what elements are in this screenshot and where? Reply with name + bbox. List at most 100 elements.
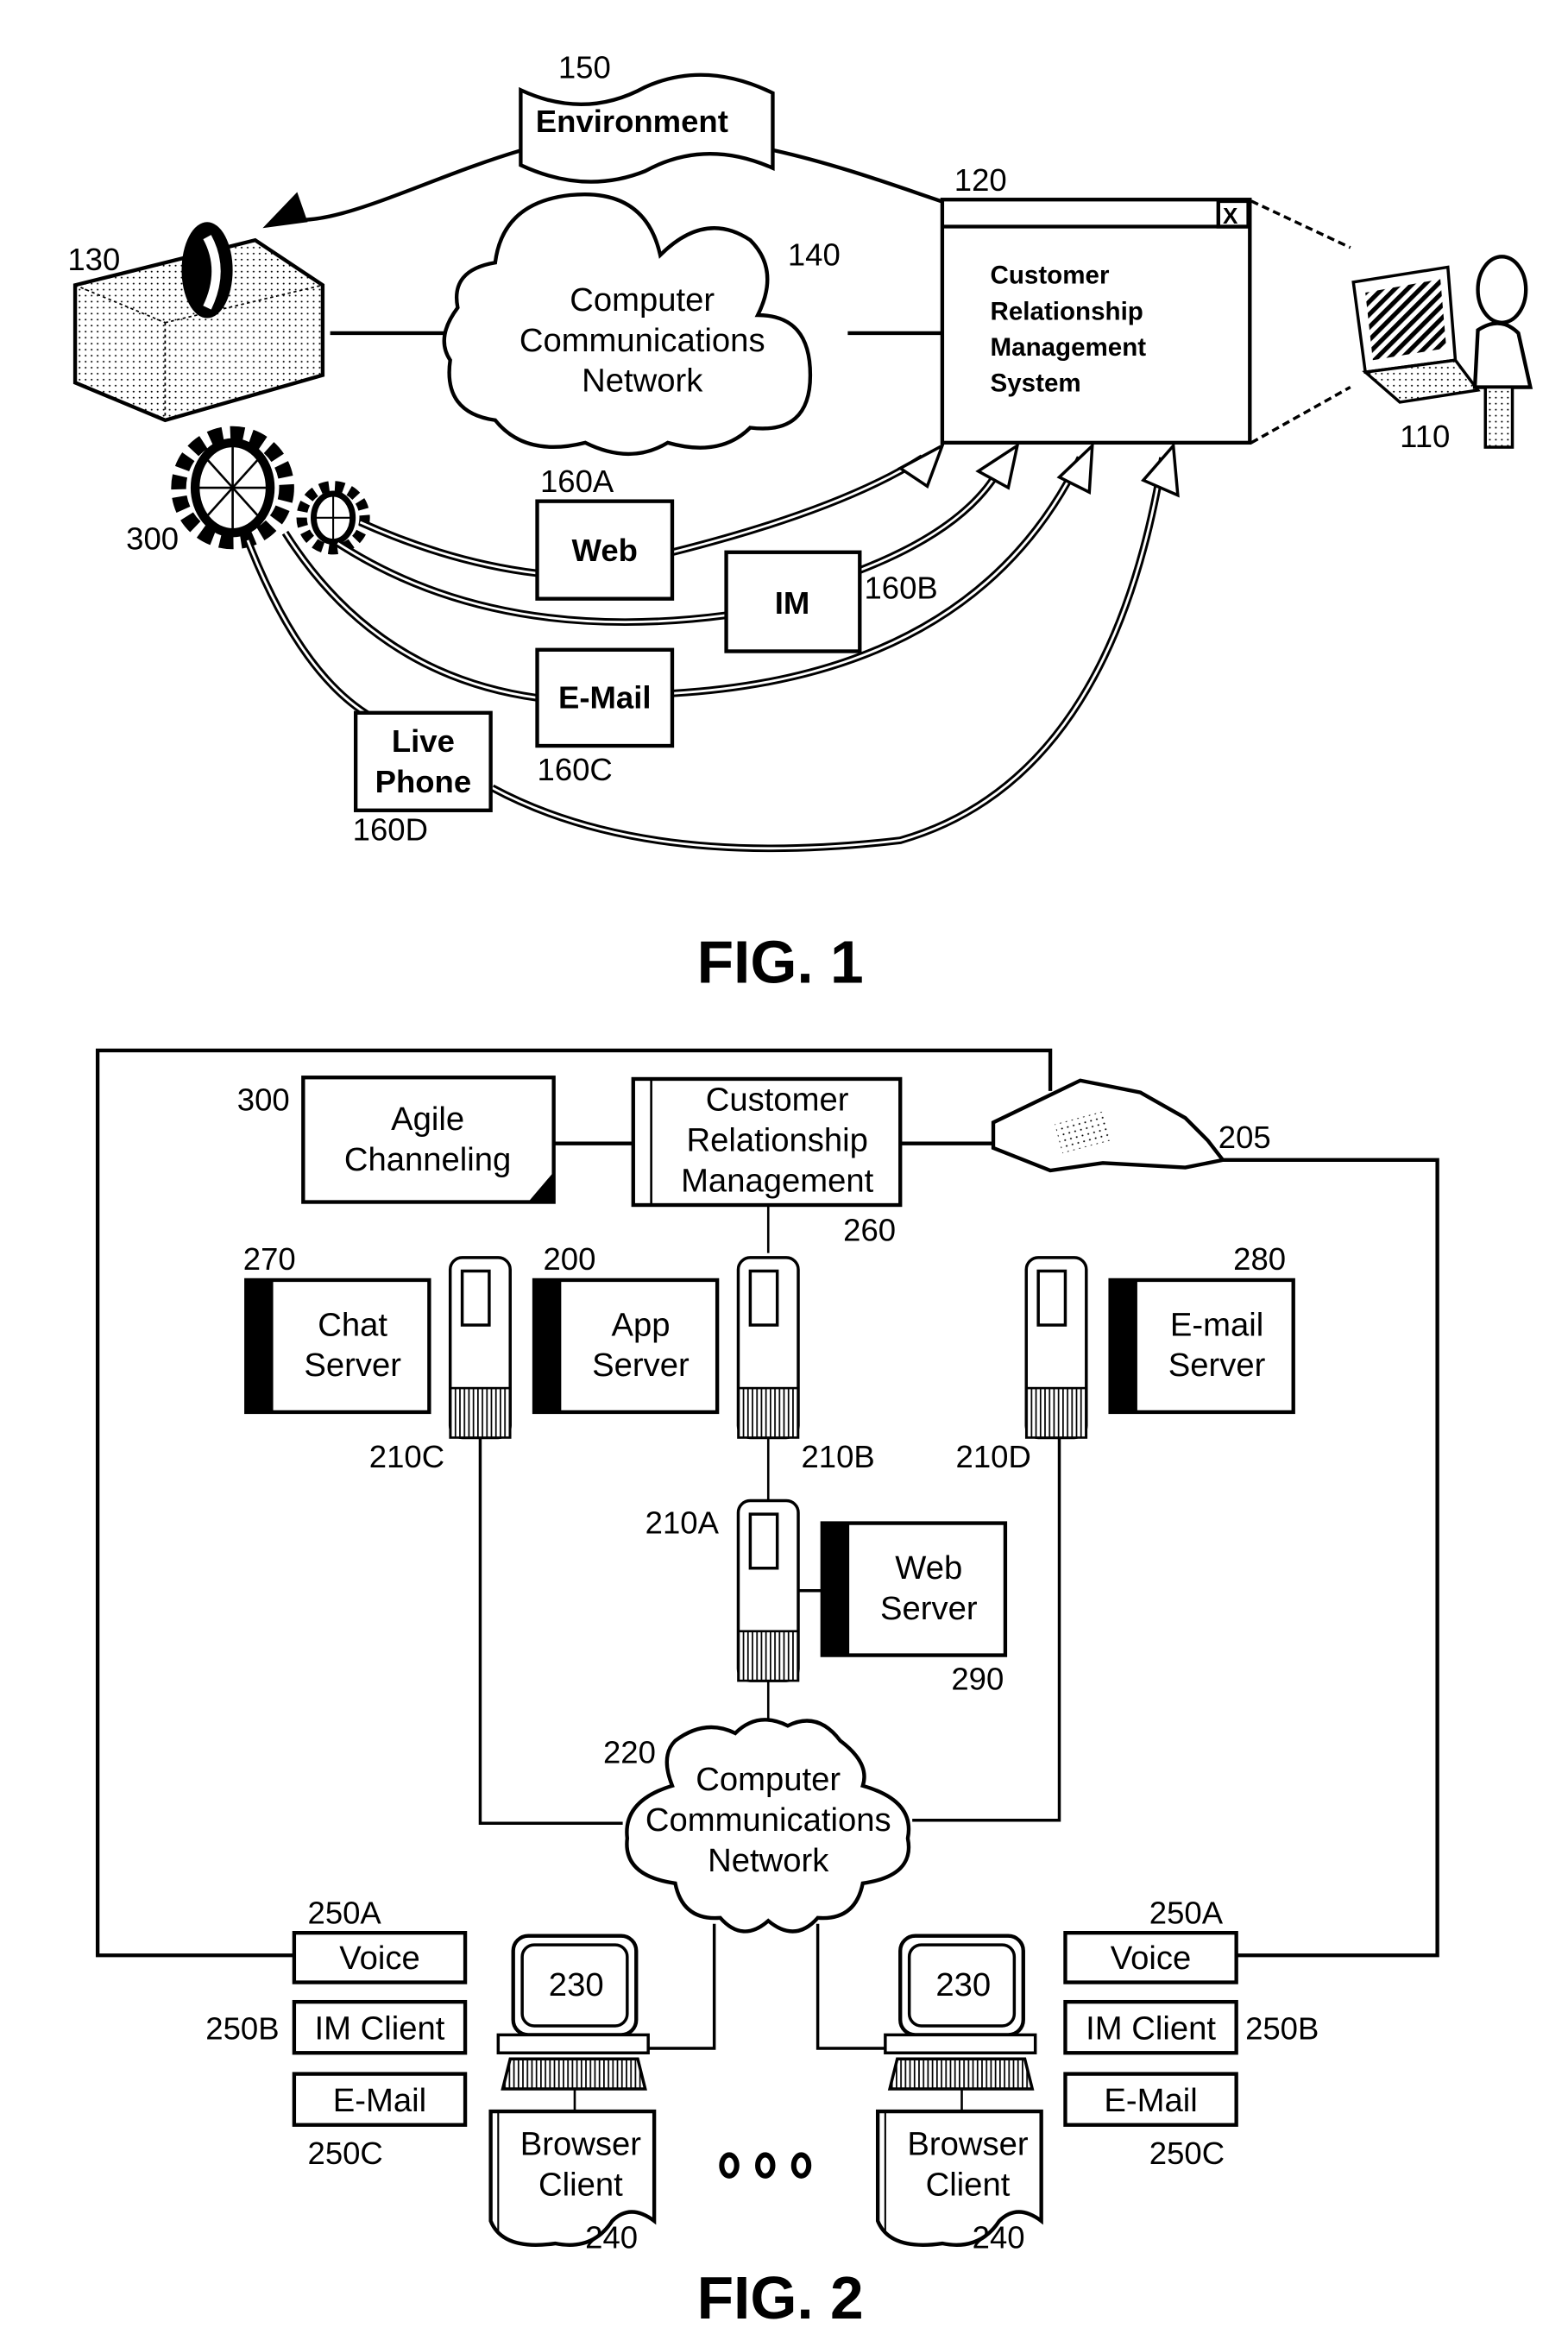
- ref-250b: 250B: [205, 2011, 279, 2047]
- channel-label: Live: [392, 723, 455, 759]
- person-head-icon: [1476, 255, 1528, 325]
- channel-label: E-Mail: [558, 680, 652, 716]
- channel-web: Web 160A: [535, 464, 675, 601]
- figure-2: Agile Channeling 300 Customer Relationsh…: [95, 1048, 1439, 2331]
- crm-box: Customer Relationship Management 260: [631, 1076, 903, 1248]
- network-cloud-220: Computer Communications Network 220: [603, 1718, 911, 1934]
- ref-160d: 160D: [353, 812, 428, 848]
- crm-label-line: Relationship: [991, 297, 1143, 325]
- server-tower-210b: 210B: [736, 1256, 875, 1474]
- ref-150: 150: [558, 49, 611, 85]
- close-icon[interactable]: X: [1223, 203, 1238, 229]
- ref-300: 300: [126, 521, 179, 556]
- ref-110: 110: [1400, 419, 1450, 454]
- ref-160a: 160A: [540, 464, 614, 499]
- channel-label: E-Mail: [1104, 2082, 1197, 2119]
- box-label: App: [611, 1306, 670, 1343]
- figure-2-caption: FIG. 2: [697, 2264, 864, 2331]
- arrowheads: [897, 441, 1180, 498]
- channel-label: Voice: [339, 1940, 420, 1977]
- channel-live-phone: Live Phone 160D: [353, 710, 493, 848]
- ellipsis: [719, 2152, 812, 2179]
- box-label: Server: [304, 1347, 401, 1384]
- ref-250c: 250C: [1149, 2136, 1225, 2171]
- box-label: Customer: [706, 1081, 849, 1118]
- network-label-line: Communications: [645, 1801, 891, 1839]
- network-label-line: Computer: [696, 1761, 841, 1798]
- ref-260: 260: [843, 1213, 896, 1248]
- crm-label-line: Management: [991, 333, 1147, 362]
- client-group-right: 230 Browser Client 240 Voice 250A IM Cli…: [875, 1896, 1319, 2255]
- network-cloud: Computer Communications Network 140: [442, 192, 841, 456]
- server-tower-210d: 210D: [956, 1256, 1088, 1474]
- box-label: E-mail: [1170, 1306, 1263, 1343]
- network-label-line: Computer: [570, 281, 715, 319]
- ref-250c: 250C: [308, 2136, 383, 2171]
- crm-system-window: X 120 Customer Relationship Management S…: [940, 162, 1252, 445]
- channel-label: Voice: [1111, 1940, 1192, 1977]
- crm-label-line: System: [991, 369, 1081, 398]
- box-label: Server: [880, 1590, 978, 1627]
- ref-250b: 250B: [1245, 2011, 1319, 2047]
- browser-label: Browser: [907, 2125, 1028, 2162]
- crm-label-line: Customer: [991, 262, 1110, 290]
- chat-server: Chat Server 270: [243, 1241, 431, 1415]
- ref-130: 130: [67, 242, 120, 277]
- ref-290: 290: [951, 1662, 1004, 1697]
- patent-drawing: 150 Environment 130 Computer Communicati…: [67, 49, 1533, 2331]
- ref-160c: 160C: [538, 752, 613, 787]
- ref-120: 120: [954, 162, 1007, 198]
- channel-label: IM Client: [1086, 2010, 1216, 2047]
- arrowhead-icon: [262, 192, 308, 229]
- ref-230: 230: [935, 1966, 991, 2003]
- ref-210c: 210C: [369, 1439, 444, 1474]
- figure-1: 150 Environment 130 Computer Communicati…: [67, 49, 1533, 996]
- network-label-line: Network: [708, 1842, 829, 1879]
- ref-210d: 210D: [956, 1439, 1031, 1474]
- client-group-left: Voice 250A IM Client 250B E-Mail 250C 23…: [205, 1896, 657, 2255]
- box-label: Chat: [318, 1306, 387, 1343]
- environment-label: Environment: [536, 104, 728, 139]
- box-label: Channeling: [344, 1141, 511, 1178]
- ref-280: 280: [1233, 1241, 1286, 1277]
- server-tower-210a: 210A: [645, 1498, 800, 1682]
- network-label-line: Network: [582, 363, 703, 400]
- telephone: 205: [991, 1078, 1271, 1173]
- ref-250a: 250A: [308, 1896, 382, 1931]
- ref-300: 300: [237, 1082, 290, 1117]
- environment-line: [771, 148, 947, 205]
- view-line: [1250, 199, 1351, 249]
- computer-icon: [496, 1934, 650, 2091]
- ref-200: 200: [543, 1241, 595, 1277]
- web-server: Web Server 290: [820, 1521, 1008, 1697]
- ref-240: 240: [585, 2219, 638, 2255]
- box-label: Server: [1168, 1347, 1266, 1384]
- ref-210a: 210A: [645, 1505, 720, 1541]
- box-label: Web: [895, 1549, 962, 1587]
- channel-label: E-Mail: [333, 2082, 426, 2119]
- agile-channeling-gears: 300: [126, 426, 370, 556]
- channel-label: Web: [572, 533, 638, 568]
- user-with-laptop: 110: [1351, 255, 1533, 454]
- ref-140: 140: [788, 237, 841, 273]
- box-label: Server: [592, 1347, 690, 1384]
- figure-1-caption: FIG. 1: [697, 929, 864, 996]
- environment-banner: 150 Environment: [519, 49, 775, 184]
- browser-label: Client: [538, 2166, 623, 2203]
- browser-label: Client: [926, 2166, 1011, 2203]
- channel-label: IM: [775, 585, 810, 621]
- ref-210b: 210B: [801, 1439, 874, 1474]
- environment-arrow: [277, 148, 523, 223]
- channel-email: E-Mail 160C: [535, 647, 675, 787]
- email-server: E-mail Server 280: [1108, 1241, 1295, 1415]
- browser-label: Browser: [520, 2125, 641, 2162]
- ref-160b: 160B: [865, 571, 938, 606]
- agile-channeling-box: Agile Channeling 300: [237, 1076, 556, 1204]
- box-label: Relationship: [686, 1121, 867, 1158]
- ref-270: 270: [243, 1241, 296, 1277]
- ref-240: 240: [973, 2219, 1025, 2255]
- network-label-line: Communications: [520, 322, 765, 359]
- channel-label: Phone: [375, 764, 472, 799]
- app-server: App Server 200: [532, 1241, 720, 1415]
- ref-250a: 250A: [1149, 1896, 1224, 1931]
